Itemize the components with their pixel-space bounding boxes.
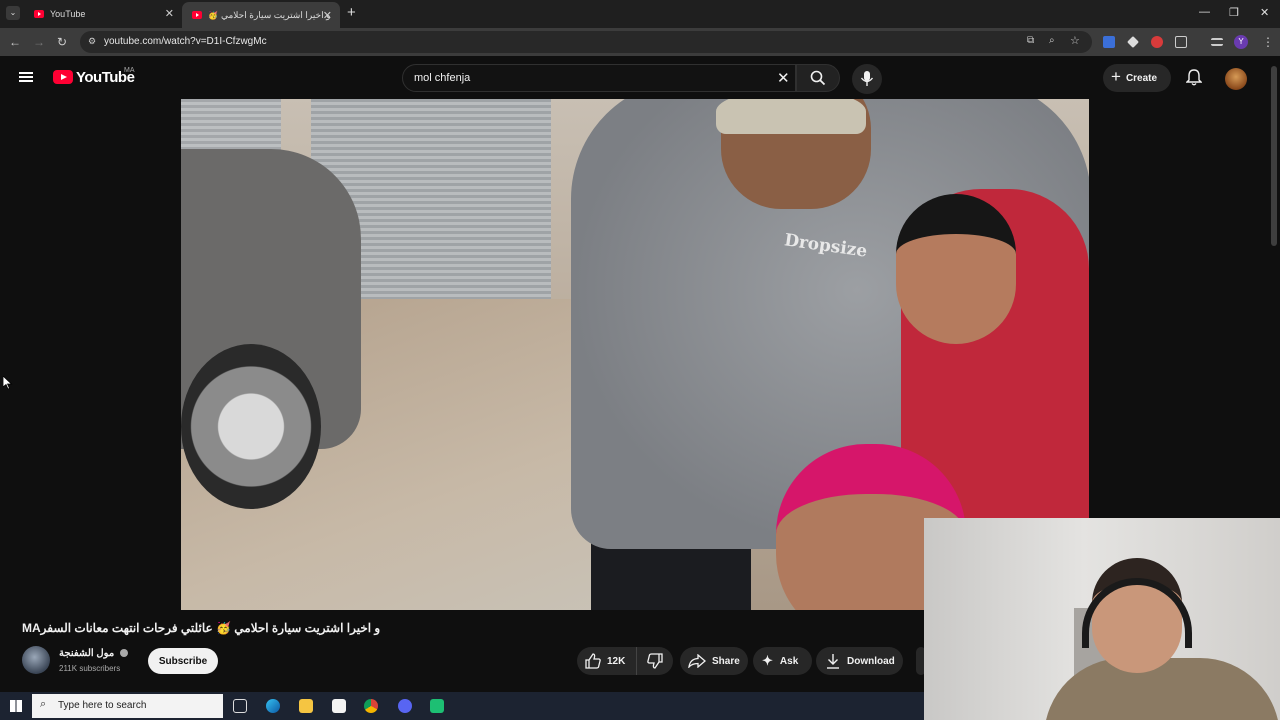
forward-icon[interactable]: →	[33, 35, 45, 49]
tab-emoji-icon: 🥳	[208, 10, 218, 20]
mouse-cursor-icon	[3, 376, 13, 390]
extensions-puzzle-icon[interactable]	[1175, 36, 1187, 48]
discord-icon[interactable]	[398, 699, 412, 713]
page-scrollbar[interactable]	[1271, 66, 1277, 246]
youtube-header: YouTube MA mol chfenja ✕ + Create	[0, 56, 1280, 98]
channel-name-text: مول الشفنجة	[59, 648, 115, 659]
reload-icon[interactable]: ↻	[57, 35, 67, 49]
video-frame-cap	[716, 99, 866, 134]
site-info-icon[interactable]: ⚙	[88, 36, 96, 47]
new-tab-button[interactable]: +	[347, 4, 356, 21]
ask-label: Ask	[779, 655, 799, 667]
minimize-icon[interactable]: —	[1199, 6, 1210, 18]
search-input-value: mol chfenja	[414, 72, 471, 84]
windows-start-icon[interactable]	[10, 700, 22, 712]
channel-name[interactable]: مول الشفنجة	[59, 648, 128, 659]
chrome-menu-icon[interactable]: ⋮	[1262, 35, 1274, 49]
taskbar-search-placeholder: Type here to search	[58, 700, 147, 711]
youtube-logo-icon[interactable]	[53, 70, 73, 84]
like-dislike-group: 12K	[577, 647, 673, 675]
youtube-favicon-icon	[192, 11, 202, 19]
subscriber-count: 211K subscribers	[59, 664, 121, 673]
task-view-icon[interactable]	[233, 699, 247, 713]
url-text: youtube.com/watch?v=D1I-CfzwgMc	[104, 36, 267, 47]
back-icon[interactable]: ←	[9, 35, 21, 49]
sparkle-icon: ✦	[762, 653, 773, 668]
share-label: Share	[712, 655, 740, 667]
media-controls-icon[interactable]	[1211, 38, 1223, 46]
store-icon[interactable]	[332, 699, 346, 713]
address-bar[interactable]: ⚙ youtube.com/watch?v=D1I-CfzwgMc ⧉ ⌕ ☆	[80, 31, 1092, 53]
edge-icon[interactable]	[266, 699, 280, 713]
tab-search-button[interactable]: ⌄	[6, 6, 20, 20]
search-input[interactable]: mol chfenja ✕	[402, 64, 796, 92]
browser-toolbar: ← → ↻ ⚙ youtube.com/watch?v=D1I-CfzwgMc …	[0, 28, 1280, 56]
search-icon	[810, 70, 826, 86]
extension-red-icon[interactable]	[1151, 36, 1163, 48]
install-app-icon[interactable]: ⧉	[1027, 35, 1034, 46]
thumbs-down-icon	[647, 653, 663, 669]
verified-icon	[120, 649, 128, 658]
download-label: Download	[847, 655, 895, 667]
extension-diamond-icon[interactable]	[1127, 36, 1139, 48]
country-code: MA	[124, 67, 135, 74]
thumbs-up-icon	[585, 653, 601, 669]
bookmark-star-icon[interactable]: ☆	[1070, 34, 1080, 47]
taskbar-search-input[interactable]: ⌕ Type here to search	[32, 694, 223, 718]
browser-tab-strip: ⌄ YouTube ✕ 🥳 و اخيرا اشتريت سيارة احلام…	[0, 0, 1280, 28]
download-icon	[827, 654, 839, 669]
menu-icon[interactable]	[19, 72, 33, 82]
voice-search-button[interactable]	[852, 64, 882, 94]
download-button[interactable]: Download	[816, 647, 903, 675]
like-count: 12K	[607, 655, 626, 667]
windows-taskbar: ⌕ Type here to search	[0, 692, 924, 720]
search-button[interactable]	[796, 64, 840, 92]
share-button[interactable]: Share	[680, 647, 748, 675]
search-icon: ⌕	[40, 698, 47, 710]
create-button[interactable]: + Create	[1103, 64, 1171, 92]
subscribe-button[interactable]: Subscribe	[148, 648, 218, 674]
profile-avatar[interactable]: Y	[1234, 35, 1248, 49]
youtube-favicon-icon	[34, 10, 44, 18]
plus-icon: +	[1111, 67, 1121, 86]
browser-tab-video[interactable]: 🥳 و اخيرا اشتريت سيارة احلامي ✕	[182, 2, 340, 28]
video-frame-person-girl-head	[896, 194, 1016, 344]
webcam-overlay	[924, 518, 1280, 720]
microphone-icon	[860, 71, 874, 86]
video-frame-wheel	[181, 344, 321, 509]
create-label: Create	[1125, 72, 1158, 84]
tab-title: و اخيرا اشتريت سيارة احلامي	[220, 9, 331, 20]
tab-title: YouTube	[50, 9, 86, 19]
close-window-icon[interactable]: ✕	[1260, 6, 1269, 19]
ask-button[interactable]: ✦ Ask	[753, 647, 812, 675]
close-tab-icon[interactable]: ✕	[165, 7, 174, 20]
channel-avatar[interactable]	[22, 646, 50, 674]
like-button[interactable]: 12K	[577, 647, 637, 675]
clear-search-icon[interactable]: ✕	[777, 69, 790, 87]
close-tab-icon[interactable]: ✕	[323, 9, 332, 22]
file-explorer-icon[interactable]	[299, 699, 313, 713]
app-green-icon[interactable]	[430, 699, 444, 713]
restore-icon[interactable]: ❐	[1229, 6, 1239, 19]
dislike-button[interactable]	[637, 647, 673, 675]
zoom-icon[interactable]: ⌕	[1049, 35, 1055, 46]
share-icon	[688, 654, 706, 668]
video-title: MAو اخيرا اشتريت سيارة احلامي 🥳 عائلتي ف…	[22, 621, 381, 635]
browser-tab-youtube[interactable]: YouTube ✕	[26, 0, 182, 28]
translate-extension-icon[interactable]	[1103, 36, 1115, 48]
account-avatar[interactable]	[1225, 68, 1247, 90]
notifications-bell-icon[interactable]	[1186, 69, 1202, 86]
chrome-icon[interactable]	[364, 699, 378, 713]
